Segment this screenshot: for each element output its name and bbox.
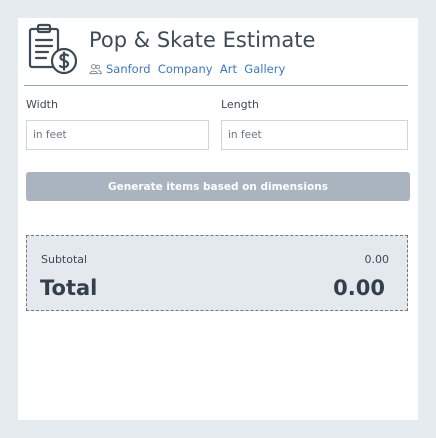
generate-items-button[interactable]: Generate items based on dimensions <box>26 172 410 201</box>
client-name-text: Sanford Company Art Gallery <box>106 62 286 76</box>
subtotal-value: 0.00 <box>364 253 390 266</box>
length-input[interactable] <box>221 120 408 150</box>
total-value: 0.00 <box>333 276 385 300</box>
total-label: Total <box>40 276 98 300</box>
estimate-card: Pop & Skate Estimate Sanford Company Art… <box>18 18 418 420</box>
totals-panel: Subtotal 0.00 Total 0.00 <box>26 235 408 311</box>
width-input[interactable] <box>26 120 209 150</box>
clipboard-dollar-icon <box>28 23 78 75</box>
page-title: Pop & Skate Estimate <box>89 28 316 52</box>
length-label: Length <box>221 98 259 111</box>
width-label: Width <box>26 98 58 111</box>
estimate-header: Pop & Skate Estimate Sanford Company Art… <box>24 18 408 86</box>
users-icon <box>89 64 102 75</box>
client-name[interactable]: Sanford Company Art Gallery <box>89 62 285 76</box>
subtotal-label: Subtotal <box>41 253 88 266</box>
